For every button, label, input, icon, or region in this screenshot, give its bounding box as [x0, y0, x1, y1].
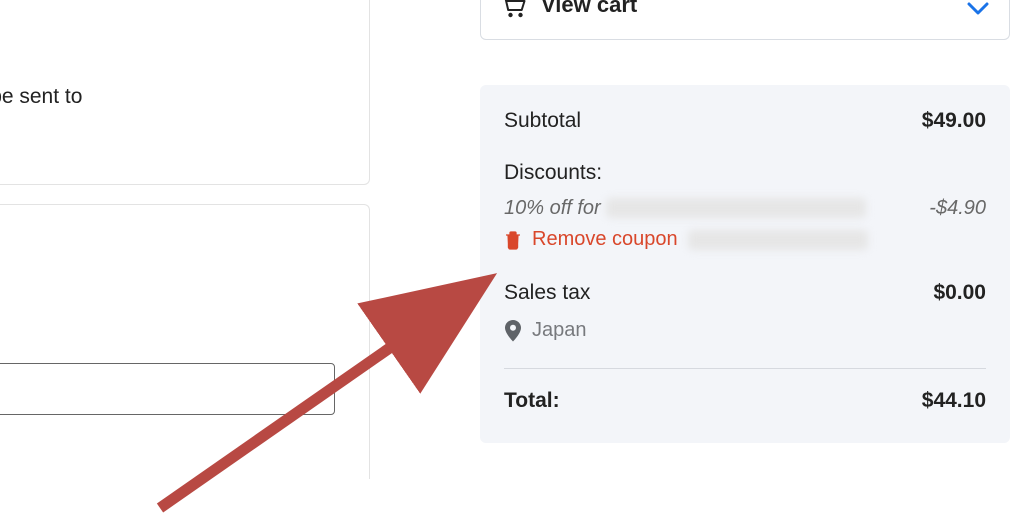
total-label: Total:	[504, 389, 560, 413]
notice-fragment: tions will be sent to	[0, 85, 82, 109]
remove-coupon-label: Remove coupon	[532, 228, 678, 251]
redacted-text	[606, 198, 866, 218]
order-summary: Subtotal $49.00 Discounts: 10% off for -…	[480, 85, 1010, 443]
discounts-label: Discounts:	[504, 161, 986, 185]
tax-location[interactable]: Japan	[504, 319, 986, 342]
discount-amount: -$4.90	[929, 197, 986, 220]
redacted-coupon-code	[688, 230, 868, 250]
discount-description: 10% off for	[504, 197, 606, 219]
left-card-top: tions will be sent to	[0, 0, 370, 185]
trash-icon	[504, 230, 522, 250]
subtotal-label: Subtotal	[504, 109, 581, 133]
salestax-label: Sales tax	[504, 281, 590, 305]
cart-icon	[501, 0, 527, 18]
salestax-value: $0.00	[933, 281, 986, 305]
view-cart-label: View cart	[541, 0, 637, 18]
summary-divider	[504, 368, 986, 369]
tax-location-label: Japan	[532, 319, 587, 342]
total-value: $44.10	[922, 389, 986, 413]
left-card-bottom	[0, 204, 370, 479]
subtotal-value: $49.00	[922, 109, 986, 133]
empty-text-input[interactable]	[0, 363, 335, 415]
chevron-down-icon	[967, 2, 989, 16]
map-pin-icon	[504, 320, 522, 342]
view-cart-toggle[interactable]: View cart	[480, 0, 1010, 40]
remove-coupon-button[interactable]: Remove coupon	[504, 228, 986, 251]
